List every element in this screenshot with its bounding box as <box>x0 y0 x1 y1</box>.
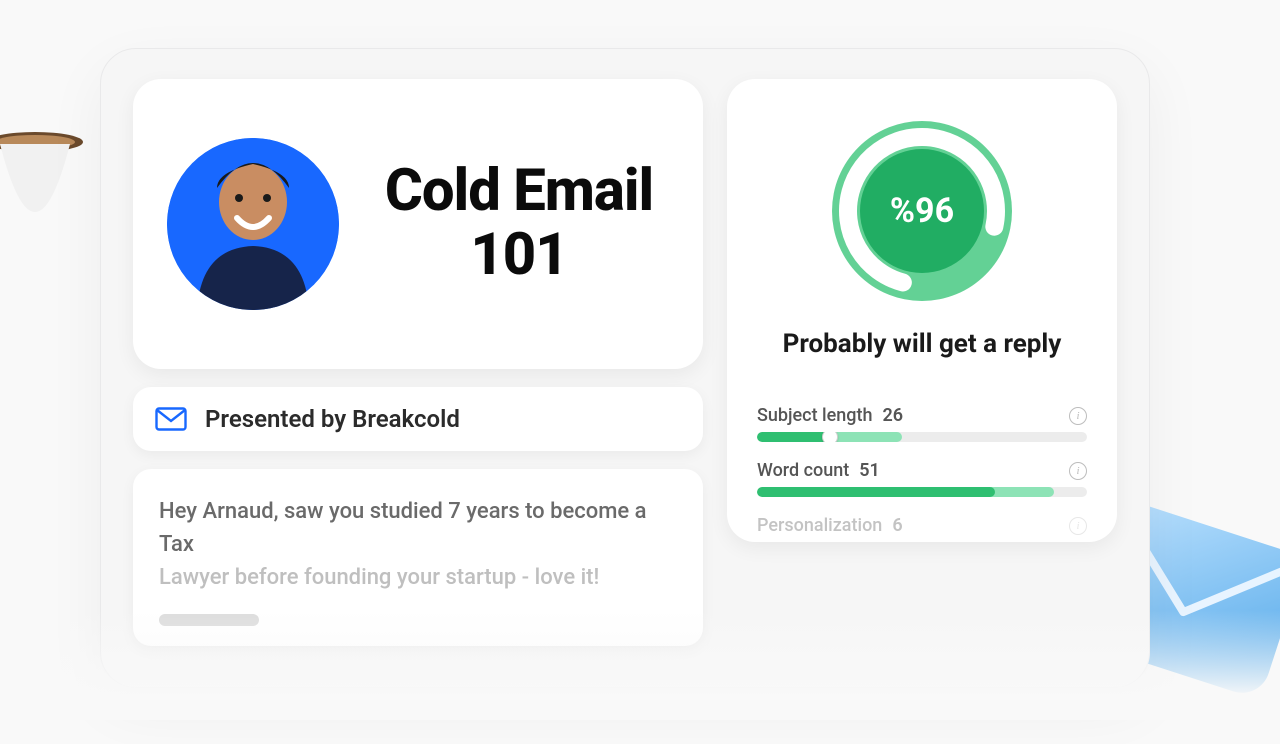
presented-by-label: Presented by Breakcold <box>205 405 460 433</box>
score-value: %96 <box>828 117 1016 305</box>
skeleton-bar <box>159 614 259 626</box>
hero-title: Cold Email 101 <box>369 160 669 288</box>
analysis-card: %96 Probably will get a reply Subject le… <box>727 79 1117 542</box>
metric-value: 6 <box>892 515 902 536</box>
email-body-line-2: Lawyer before founding your startup - lo… <box>159 561 677 594</box>
metric-word-count: Word count 51 i <box>757 460 1087 497</box>
metric-label: Word count <box>757 460 849 481</box>
left-column: Cold Email 101 Presented by Breakcold He… <box>133 79 703 657</box>
info-icon[interactable]: i <box>1069 462 1087 480</box>
hero-card: Cold Email 101 <box>133 79 703 369</box>
metric-label: Subject length <box>757 405 873 426</box>
metric-personalization: Personalization 6 i <box>757 515 1087 542</box>
info-icon[interactable]: i <box>1069 407 1087 425</box>
metric-bar <box>757 432 1087 442</box>
presented-by-card: Presented by Breakcold <box>133 387 703 451</box>
info-icon[interactable]: i <box>1069 517 1087 535</box>
mail-icon <box>155 407 187 431</box>
avatar-illustration <box>167 138 339 310</box>
email-body-line-1: Hey Arnaud, saw you studied 7 years to b… <box>159 495 677 561</box>
metric-value: 26 <box>883 405 904 426</box>
metric-subject-length: Subject length 26 i <box>757 405 1087 442</box>
metric-label: Personalization <box>757 515 882 536</box>
right-column: %96 Probably will get a reply Subject le… <box>727 79 1117 657</box>
decoration-cup <box>0 120 100 240</box>
email-body-preview: Hey Arnaud, saw you studied 7 years to b… <box>133 469 703 646</box>
app-card: Cold Email 101 Presented by Breakcold He… <box>100 48 1150 688</box>
metric-value: 51 <box>859 460 880 481</box>
avatar <box>167 138 339 310</box>
score-donut: %96 <box>828 117 1016 305</box>
metric-bar <box>757 487 1087 497</box>
score-headline: Probably will get a reply <box>783 329 1062 359</box>
metrics-list: Subject length 26 i Word count <box>757 405 1087 542</box>
